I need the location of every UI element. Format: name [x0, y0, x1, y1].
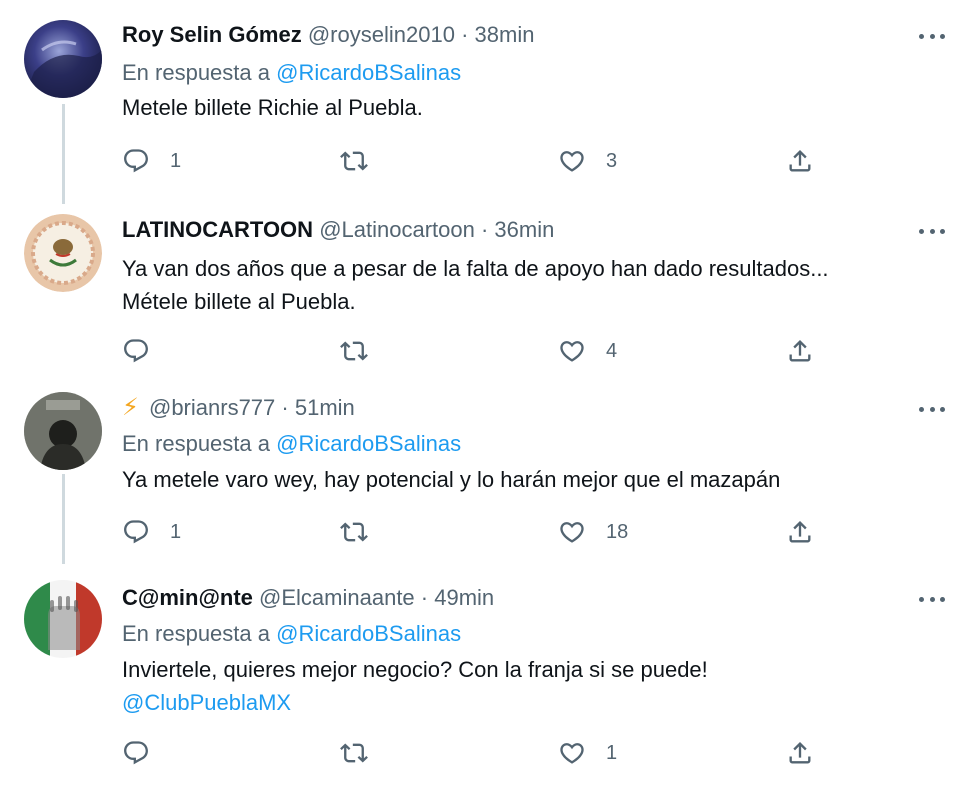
display-name[interactable]: LATINOCARTOON [122, 217, 313, 242]
more-icon[interactable] [919, 227, 945, 235]
timestamp[interactable]: 38min [475, 22, 535, 47]
reply-icon [122, 147, 150, 175]
timestamp[interactable]: 49min [434, 585, 494, 610]
tweet-actions: 1 [122, 736, 822, 770]
like-button[interactable]: 3 [558, 144, 617, 178]
retweet-button[interactable] [340, 334, 368, 368]
tweet[interactable]: ⚡ @brianrs777 · 51min En respuesta a @Ri… [0, 390, 967, 570]
share-button[interactable] [786, 144, 814, 178]
reply-context: En respuesta a @RicardoBSalinas [122, 59, 461, 87]
reply-to-link[interactable]: @RicardoBSalinas [276, 431, 461, 456]
reply-context: En respuesta a @RicardoBSalinas [122, 430, 461, 458]
user-handle[interactable]: @royselin2010 [308, 22, 455, 47]
retweet-button[interactable] [340, 515, 368, 549]
more-icon[interactable] [919, 32, 945, 40]
reply-to-link[interactable]: @RicardoBSalinas [276, 60, 461, 85]
timestamp[interactable]: 36min [494, 217, 554, 242]
tweet-header: Roy Selin Gómez @royselin2010 · 38min [122, 21, 534, 49]
tweet-header: ⚡ @brianrs777 · 51min [122, 394, 355, 422]
tweet-text: Ya van dos años que a pesar de la falta … [122, 252, 829, 318]
tweet-actions: 4 [122, 334, 822, 368]
like-icon [558, 337, 586, 365]
separator: · [420, 585, 429, 610]
share-icon [786, 337, 814, 365]
separator: · [281, 395, 289, 420]
display-name[interactable]: Roy Selin Gómez [122, 22, 302, 47]
like-icon [558, 739, 586, 767]
reply-count: 1 [170, 149, 182, 172]
share-icon [786, 518, 814, 546]
reply-icon [122, 518, 150, 546]
share-button[interactable] [786, 736, 814, 770]
separator: · [461, 22, 469, 47]
tweet-text-line: Ya van dos años que a pesar de la falta … [122, 256, 829, 281]
tweet-text: Metele billete Richie al Puebla. [122, 91, 423, 124]
user-handle[interactable]: @Elcaminaante [259, 585, 415, 610]
lightning-icon[interactable]: ⚡ [122, 394, 139, 421]
reply-prefix: En respuesta a [122, 621, 270, 646]
retweet-icon [340, 518, 368, 546]
tweet-text: Ya metele varo wey, hay potencial y lo h… [122, 463, 780, 496]
mention-link[interactable]: @ClubPueblaMX [122, 686, 708, 719]
like-count: 1 [606, 741, 618, 764]
timestamp[interactable]: 51min [295, 395, 355, 420]
reply-button[interactable] [122, 334, 150, 368]
retweet-icon [340, 147, 368, 175]
avatar[interactable] [24, 580, 102, 658]
tweet-actions: 1 3 [122, 144, 822, 178]
avatar[interactable] [24, 214, 102, 292]
avatar[interactable] [24, 392, 102, 470]
avatar[interactable] [24, 20, 102, 98]
retweet-icon [340, 739, 368, 767]
reply-button[interactable] [122, 736, 150, 770]
tweet[interactable]: LATINOCARTOON @Latinocartoon · 36min Ya … [0, 200, 967, 390]
like-button[interactable]: 18 [558, 515, 628, 549]
like-count: 3 [606, 149, 618, 172]
like-icon [558, 147, 586, 175]
reply-prefix: En respuesta a [122, 431, 270, 456]
share-button[interactable] [786, 515, 814, 549]
tweet-text-line: Métele billete al Puebla. [122, 289, 356, 314]
more-icon[interactable] [919, 405, 945, 413]
reply-icon [122, 739, 150, 767]
user-handle[interactable]: @brianrs777 [149, 395, 275, 420]
reply-icon [122, 337, 150, 365]
share-icon [786, 739, 814, 767]
separator: · [480, 217, 489, 242]
reply-button[interactable]: 1 [122, 515, 181, 549]
like-button[interactable]: 4 [558, 334, 617, 368]
reply-prefix: En respuesta a [122, 60, 270, 85]
display-name[interactable]: C@min@nte [122, 585, 253, 610]
share-button[interactable] [786, 334, 814, 368]
tweet-text-line: Ya metele varo wey, hay potencial y lo h… [122, 467, 781, 492]
share-icon [786, 147, 814, 175]
tweet-actions: 1 18 [122, 515, 822, 549]
retweet-icon [340, 337, 368, 365]
more-icon[interactable] [919, 595, 945, 603]
reply-button[interactable]: 1 [122, 144, 181, 178]
like-count: 4 [606, 339, 618, 362]
tweet-header: LATINOCARTOON @Latinocartoon · 36min [122, 216, 554, 244]
tweet[interactable]: Roy Selin Gómez @royselin2010 · 38min En… [0, 0, 967, 200]
tweet-text-line: Inviertele, quieres mejor negocio? Con l… [122, 657, 708, 682]
reply-to-link[interactable]: @RicardoBSalinas [276, 621, 461, 646]
reply-count: 1 [170, 520, 182, 543]
user-handle[interactable]: @Latinocartoon [319, 217, 475, 242]
retweet-button[interactable] [340, 144, 368, 178]
retweet-button[interactable] [340, 736, 368, 770]
like-count: 18 [606, 520, 629, 543]
like-icon [558, 518, 586, 546]
tweet-text-line: Metele billete Richie al Puebla. [122, 95, 423, 120]
tweet-text: Inviertele, quieres mejor negocio? Con l… [122, 653, 708, 719]
like-button[interactable]: 1 [558, 736, 617, 770]
tweet-header: C@min@nte @Elcaminaante · 49min [122, 584, 494, 612]
reply-context: En respuesta a @RicardoBSalinas [122, 620, 461, 648]
tweet[interactable]: C@min@nte @Elcaminaante · 49min En respu… [0, 570, 967, 800]
